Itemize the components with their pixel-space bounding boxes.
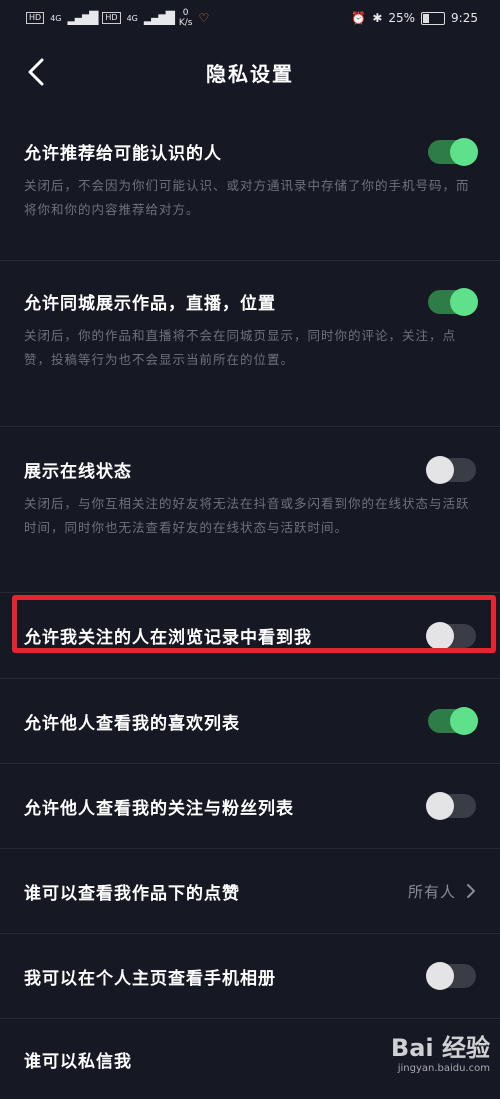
- toggle-knob: [450, 287, 478, 316]
- setting-likes-list: 允许他人查看我的喜欢列表: [0, 679, 500, 764]
- setting-label: 我可以在个人主页查看手机相册: [24, 968, 276, 989]
- phone-album-toggle[interactable]: [426, 962, 476, 990]
- setting-label: 允许他人查看我的关注与粉丝列表: [24, 798, 294, 819]
- toggle-knob: [426, 455, 454, 484]
- setting-local-display: 允许同城展示作品，直播，位置 关闭后，你的作品和直播将不会在同城页显示，同时你的…: [0, 261, 500, 427]
- clock: 9:25: [451, 11, 478, 25]
- online-status-toggle[interactable]: [426, 455, 476, 484]
- recommend-toggle[interactable]: [428, 137, 478, 166]
- back-button[interactable]: [18, 54, 54, 90]
- setting-visible-in-history: 允许我关注的人在浏览记录中看到我: [0, 593, 500, 679]
- signal-bars-icon: ▂▄▆█: [67, 11, 98, 25]
- watermark-url: jingyan.baidu.com: [397, 1063, 490, 1074]
- setting-label: 展示在线状态: [24, 462, 132, 482]
- signal-4g-label: 4G: [50, 13, 62, 23]
- setting-label: 谁可以私信我: [24, 1051, 132, 1072]
- toggle-knob: [426, 621, 454, 650]
- battery-icon: [421, 11, 446, 25]
- setting-follow-fans-list: 允许他人查看我的关注与粉丝列表: [0, 764, 500, 849]
- page-title: 隐私设置: [206, 61, 294, 86]
- net-speed-unit: K/s: [178, 18, 193, 28]
- visible-in-history-toggle[interactable]: [426, 621, 476, 650]
- follow-fans-toggle[interactable]: [426, 792, 476, 820]
- status-bar: HD 4G ▂▄▆█ HD 4G ▂▄▆█ 0 K/s ♡ ⏰ ✱ 25% 9:…: [0, 0, 500, 36]
- watermark: Bai 经验 jingyan.baidu.com: [391, 1028, 490, 1074]
- toggle-knob: [450, 707, 478, 735]
- net-speed: 0 K/s: [179, 8, 193, 28]
- likes-list-toggle[interactable]: [428, 707, 478, 735]
- setting-recommend-to-acquaintances: 允许推荐给可能认识的人 关闭后，不会因为你们可能认识、或对方通讯录中存储了你的手…: [0, 108, 500, 261]
- local-display-toggle[interactable]: [428, 287, 478, 316]
- hd-badge-2: HD: [102, 12, 121, 24]
- setting-online-status: 展示在线状态 关闭后，与你互相关注的好友将无法在抖音或多闪看到你的在线状态与活跃…: [0, 427, 500, 593]
- alarm-icon: ⏰: [351, 11, 367, 25]
- toggle-knob: [426, 962, 454, 990]
- signal-4g-label-2: 4G: [126, 13, 138, 23]
- toggle-knob: [426, 792, 454, 820]
- setting-description: 关闭后，与你互相关注的好友将无法在抖音或多闪看到你的在线状态与活跃时间，同时你也…: [24, 496, 470, 535]
- setting-label: 允许同城展示作品，直播，位置: [24, 294, 276, 314]
- setting-description: 关闭后，不会因为你们可能认识、或对方通讯录中存储了你的手机号码，而将你和你的内容…: [24, 178, 470, 217]
- heart-rate-icon: ♡: [198, 11, 210, 25]
- status-right: ⏰ ✱ 25% 9:25: [351, 11, 478, 25]
- setting-value: 所有人: [408, 881, 476, 902]
- selected-value: 所有人: [407, 882, 456, 901]
- hd-badge: HD: [26, 12, 45, 24]
- setting-phone-album: 我可以在个人主页查看手机相册: [0, 934, 500, 1019]
- setting-label: 允许推荐给可能认识的人: [24, 144, 222, 164]
- setting-label: 允许他人查看我的喜欢列表: [24, 713, 240, 734]
- net-speed-value: 0: [182, 8, 189, 18]
- nav-bar: 隐私设置: [0, 36, 500, 108]
- setting-label: 谁可以查看我作品下的点赞: [24, 883, 240, 904]
- chevron-right-icon: [467, 884, 475, 898]
- setting-label: 允许我关注的人在浏览记录中看到我: [24, 628, 312, 648]
- bluetooth-icon: ✱: [372, 11, 383, 25]
- battery-percent: 25%: [388, 11, 416, 25]
- signal-bars-icon-2: ▂▄▆█: [143, 11, 175, 25]
- setting-who-can-see-likes[interactable]: 谁可以查看我作品下的点赞 所有人: [0, 849, 500, 934]
- toggle-knob: [450, 137, 478, 166]
- chevron-left-icon: [28, 58, 44, 86]
- status-left: HD 4G ▂▄▆█ HD 4G ▂▄▆█ 0 K/s ♡: [26, 8, 209, 28]
- setting-description: 关闭后，你的作品和直播将不会在同城页显示，同时你的评论，关注，点赞，投稿等行为也…: [24, 328, 457, 367]
- watermark-logo: Bai 经验: [390, 1034, 490, 1062]
